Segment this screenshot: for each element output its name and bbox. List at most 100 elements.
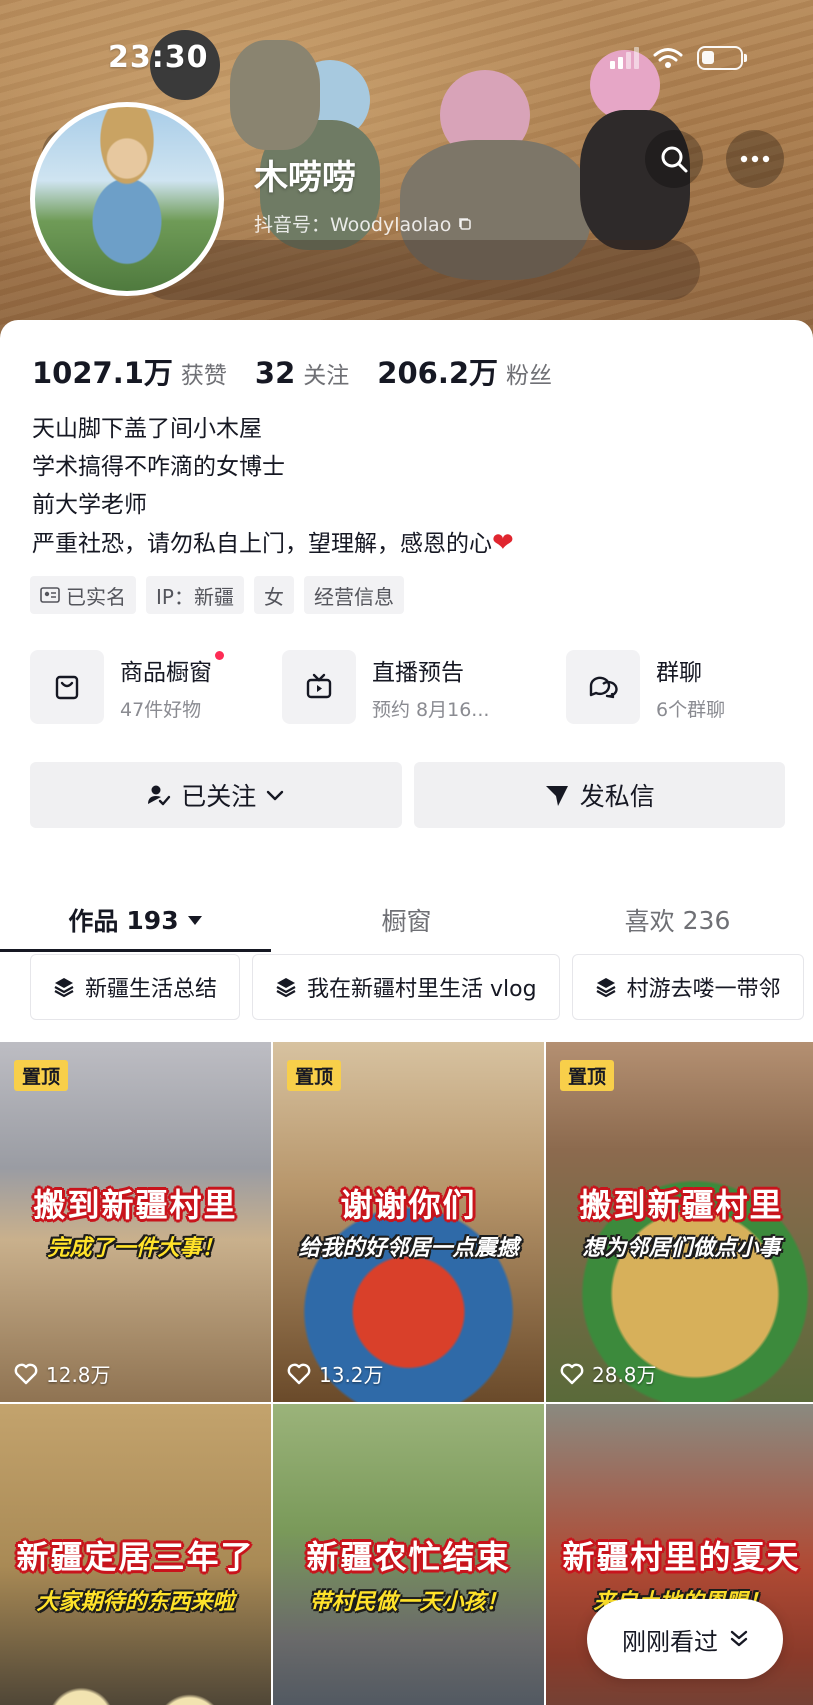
following-button[interactable]: 已关注 <box>30 762 402 828</box>
content-tabs: 作品 193 橱窗 喜欢 236 <box>0 880 813 960</box>
heart-outline-icon <box>287 1363 311 1384</box>
collection-chip[interactable]: 新疆生活总结 <box>30 954 241 1020</box>
stat-label: 获赞 <box>180 363 227 389</box>
video-tile[interactable]: 置顶 搬到新疆村里 完成了一件大事！ 12.8万 <box>0 1042 271 1402</box>
recently-viewed-button[interactable]: 刚刚看过 <box>587 1599 783 1679</box>
tab-label: 作品 <box>68 907 119 936</box>
pinned-badge: 置顶 <box>14 1060 69 1091</box>
send-icon <box>545 786 568 806</box>
tag-verified[interactable]: 已实名 <box>30 576 136 614</box>
heart-outline-icon <box>560 1363 584 1384</box>
layers-icon <box>54 978 74 998</box>
layers-icon <box>276 978 296 998</box>
id-card-icon <box>40 587 60 603</box>
profile-sheet: 1027.1万 获赞 32 关注 206.2万 粉丝 天山脚下盖了间小木屋 学术… <box>0 320 813 1705</box>
tag-business-info[interactable]: 经营信息 <box>303 576 404 614</box>
stat-label: 关注 <box>303 363 350 389</box>
profile-services: 商品橱窗 47件好物 直播预告 预约 8月16... 群聊 6个群聊 <box>30 650 800 730</box>
video-likes: 28.8万 <box>560 1359 657 1388</box>
douyin-id[interactable]: 抖音号：Woodylaolao <box>254 210 473 237</box>
more-button[interactable] <box>726 130 784 188</box>
collection-chips: 新疆生活总结 我在新疆村里生活 vlog 村游去喽一带邻 <box>30 954 813 1022</box>
signal-icon <box>610 47 639 69</box>
search-button[interactable] <box>645 130 703 188</box>
collection-chip[interactable]: 我在新疆村里生活 vlog <box>252 954 560 1020</box>
video-tile[interactable]: 新疆农忙结束 带村民做一天小孩！ <box>273 1404 544 1705</box>
video-title: 新疆定居三年了 <box>16 1538 255 1576</box>
service-shop-window[interactable]: 商品橱窗 47件好物 <box>30 650 224 724</box>
video-title: 搬到新疆村里 <box>579 1186 784 1224</box>
service-title: 群聊 <box>656 659 702 686</box>
chevron-down-icon <box>267 790 284 801</box>
tag-label: 已实名 <box>66 584 126 609</box>
recently-viewed-label: 刚刚看过 <box>622 1627 718 1656</box>
video-subtitle: 带村民做一天小孩！ <box>309 1590 508 1615</box>
message-button[interactable]: 发私信 <box>413 762 785 828</box>
video-subtitle: 完成了一件大事！ <box>47 1236 224 1261</box>
video-title: 搬到新疆村里 <box>33 1186 238 1224</box>
service-group-chat[interactable]: 群聊 6个群聊 <box>566 650 725 724</box>
stat-number: 1027.1万 <box>32 356 173 390</box>
service-subtitle: 6个群聊 <box>656 698 726 721</box>
avatar[interactable] <box>30 102 224 296</box>
video-title: 谢谢你们 <box>340 1186 477 1224</box>
banner-figure <box>230 40 320 150</box>
profile-stats: 1027.1万 获赞 32 关注 206.2万 粉丝 <box>32 350 552 392</box>
tab-likes[interactable]: 喜欢 236 <box>542 880 813 960</box>
tab-works[interactable]: 作品 193 <box>0 880 271 960</box>
profile-banner: 23:30 木唠唠 抖音号：Woodylaolao <box>0 0 813 340</box>
wifi-icon <box>653 48 683 68</box>
service-subtitle: 47件好物 <box>120 698 202 721</box>
video-subtitle: 想为邻居们做点小事 <box>582 1236 781 1261</box>
douyin-id-text: 抖音号：Woodylaolao <box>254 214 452 236</box>
tag-ip: IP：新疆 <box>146 576 244 614</box>
tag-label: 经营信息 <box>313 584 394 609</box>
double-chevron-down-icon <box>730 1630 748 1647</box>
status-indicators <box>610 46 747 70</box>
tag-label: IP：新疆 <box>156 584 234 609</box>
collection-chip[interactable]: 村游去喽一带邻 <box>571 954 804 1020</box>
stat-label: 粉丝 <box>506 363 553 389</box>
video-likes: 13.2万 <box>287 1359 384 1388</box>
message-label: 发私信 <box>579 782 655 811</box>
heart-outline-icon <box>14 1363 38 1384</box>
user-check-icon <box>148 785 171 806</box>
tab-count: 236 <box>682 905 731 935</box>
profile-actions: 已关注 发私信 <box>30 762 785 828</box>
tab-showcase[interactable]: 橱窗 <box>271 880 542 960</box>
video-title: 新疆农忙结束 <box>306 1538 511 1576</box>
heart-icon: ❤ <box>492 528 514 558</box>
video-subtitle: 大家期待的东西来啦 <box>36 1590 235 1615</box>
likes-count: 12.8万 <box>46 1363 111 1387</box>
bio-line: 天山脚下盖了间小木屋 <box>32 416 262 442</box>
video-tile[interactable]: 置顶 谢谢你们 给我的好邻居一点震撼 13.2万 <box>273 1042 544 1402</box>
video-tile[interactable]: 置顶 搬到新疆村里 想为邻居们做点小事 28.8万 <box>546 1042 813 1402</box>
stat-following[interactable]: 32 关注 <box>255 356 349 390</box>
profile-bio: 天山脚下盖了间小木屋 学术搞得不咋滴的女博士 前大学老师 严重社恐，请勿私自上门… <box>32 410 514 563</box>
stat-likes[interactable]: 1027.1万 获赞 <box>32 350 227 392</box>
banner-shadow <box>140 240 700 300</box>
pinned-badge: 置顶 <box>560 1060 615 1091</box>
bio-line: 前大学老师 <box>32 492 147 518</box>
tab-label: 喜欢 <box>624 907 675 936</box>
service-title: 直播预告 <box>372 659 464 686</box>
tab-count: 193 <box>126 905 179 935</box>
stat-number: 206.2万 <box>377 356 499 390</box>
battery-icon <box>697 46 747 70</box>
stat-number: 32 <box>254 356 296 390</box>
bio-line: 学术搞得不咋滴的女博士 <box>32 454 285 480</box>
video-subtitle: 给我的好邻居一点震撼 <box>298 1236 519 1261</box>
tv-icon <box>282 650 356 724</box>
shop-bag-icon <box>30 650 104 724</box>
likes-count: 13.2万 <box>319 1363 384 1387</box>
more-dots-icon <box>740 155 770 163</box>
search-icon <box>661 146 688 173</box>
collection-label: 我在新疆村里生活 vlog <box>307 977 537 1002</box>
layers-icon <box>596 978 616 998</box>
copy-icon <box>459 217 472 230</box>
video-tile[interactable]: 新疆定居三年了 大家期待的东西来啦 <box>0 1404 271 1705</box>
stat-followers[interactable]: 206.2万 粉丝 <box>377 350 552 392</box>
bio-line-with-heart: 严重社恐，请勿私自上门，望理解，感恩的心❤ <box>32 524 514 563</box>
tag-label: 女 <box>263 584 284 609</box>
service-live-preview[interactable]: 直播预告 预约 8月16... <box>282 650 489 724</box>
